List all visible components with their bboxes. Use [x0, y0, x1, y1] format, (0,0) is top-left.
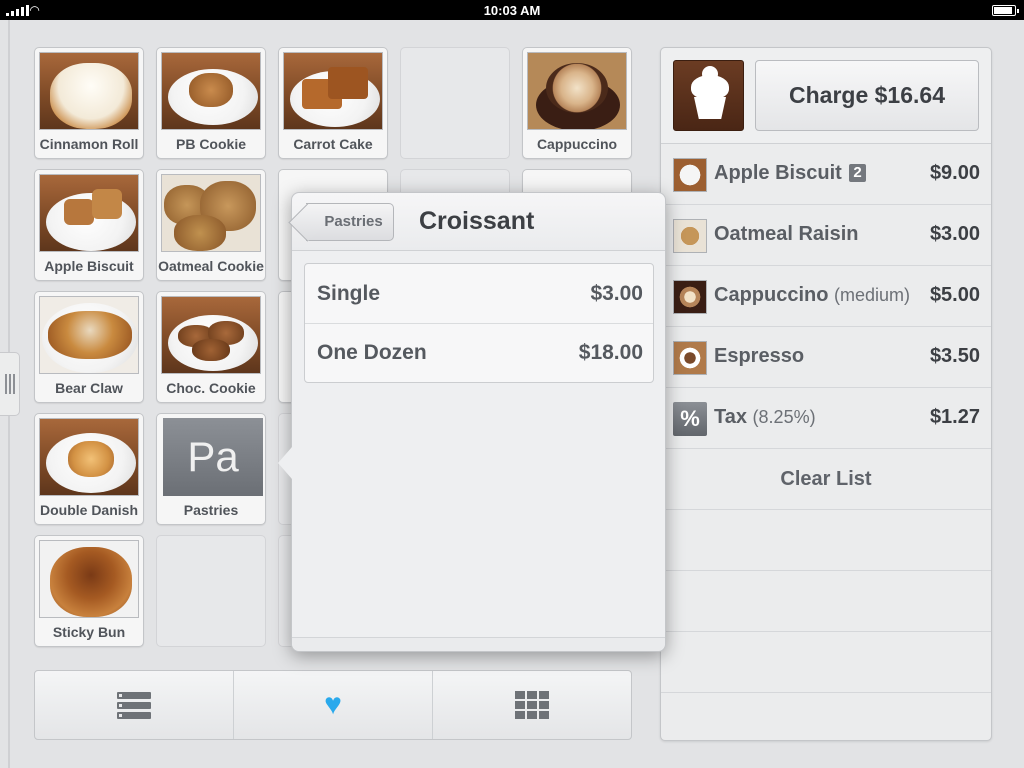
product-label: Oatmeal Cookie: [158, 258, 264, 274]
clear-list-button[interactable]: Clear List: [661, 449, 991, 510]
favorites-button[interactable]: ♥: [233, 671, 432, 739]
sticky-bun-photo: [39, 540, 139, 618]
battery-icon: [992, 5, 1019, 16]
cart-header: Charge $16.64: [661, 48, 991, 144]
tax-label: Tax (8.25%): [714, 406, 816, 428]
variant-popover: Pastries Croissant Single $3.00 One Doze…: [278, 192, 666, 652]
product-label: Bear Claw: [55, 380, 123, 396]
variant-option-dozen[interactable]: One Dozen $18.00: [305, 323, 653, 382]
apple-biscuit-thumbnail: [673, 158, 707, 192]
cart-item[interactable]: Espresso $3.50: [661, 327, 991, 388]
cart-item-price: $3.00: [929, 223, 980, 245]
empty-cart-row: [661, 571, 991, 632]
cart-item-name: Oatmeal Raisin: [714, 223, 859, 245]
cinnamon-roll-photo: [39, 52, 139, 130]
product-label: Sticky Bun: [52, 624, 126, 640]
double-danish-photo: [39, 418, 139, 496]
product-tile-sticky-bun[interactable]: Sticky Bun: [34, 535, 144, 647]
product-label: Double Danish: [39, 502, 138, 518]
status-bar: ◠ 10:03 AM: [0, 0, 1024, 20]
cart-item[interactable]: Oatmeal Raisin $3.00: [661, 205, 991, 266]
product-tile-pb-cookie[interactable]: PB Cookie: [156, 47, 266, 159]
tax-amount: $1.27: [929, 406, 980, 428]
variant-price: $3.00: [590, 281, 643, 305]
product-tile-double-danish[interactable]: Double Danish: [34, 413, 144, 525]
variant-list: Single $3.00 One Dozen $18.00: [304, 263, 654, 383]
pb-cookie-photo: [161, 52, 261, 130]
tax-row: % Tax (8.25%) $1.27: [661, 388, 991, 449]
product-tile-bear-claw[interactable]: Bear Claw: [34, 291, 144, 403]
product-tile-cinnamon-roll[interactable]: Cinnamon Roll: [34, 47, 144, 159]
cart-item-price: $9.00: [929, 162, 980, 184]
variant-name: Single: [317, 281, 381, 305]
cart-item-name: Apple Biscuit 2: [714, 162, 866, 185]
category-label: Pastries: [183, 502, 239, 518]
pastries-category-icon: Pa: [163, 418, 263, 496]
bottom-toolbar: ♥: [34, 670, 632, 740]
product-label: Apple Biscuit: [44, 258, 134, 274]
apple-biscuit-photo: [39, 174, 139, 252]
percent-icon: %: [673, 402, 707, 436]
register-app: Cinnamon Roll PB Cookie Carrot Cake Capp…: [0, 20, 1024, 768]
quantity-badge: 2: [849, 164, 866, 182]
product-label: PB Cookie: [175, 136, 246, 152]
cart-item[interactable]: Cappuccino (medium) $5.00: [661, 266, 991, 327]
cappuccino-thumbnail: [673, 280, 707, 314]
list-view-button[interactable]: [35, 671, 233, 739]
variant-price: $18.00: [578, 341, 643, 364]
popover-header: Pastries Croissant: [292, 193, 665, 251]
product-tile-apple-biscuit[interactable]: Apple Biscuit: [34, 169, 144, 281]
cart-panel: Charge $16.64 Apple Biscuit 2 $9.00 Oatm…: [660, 47, 992, 741]
cart-item-modifier: (medium): [834, 285, 911, 305]
product-label: Cappuccino: [536, 136, 618, 152]
oatmeal-cookie-photo: [161, 174, 261, 252]
empty-cart-row: [661, 510, 991, 571]
tax-rate: (8.25%): [752, 407, 816, 427]
product-tile-cappuccino[interactable]: Cappuccino: [522, 47, 632, 159]
variant-option-single[interactable]: Single $3.00: [305, 264, 653, 323]
cupcake-icon[interactable]: [673, 60, 744, 131]
variant-name: One Dozen: [317, 341, 427, 364]
popover-title: Croissant: [419, 207, 535, 235]
product-tile-oatmeal-cookie[interactable]: Oatmeal Cookie: [156, 169, 266, 281]
bear-claw-photo: [39, 296, 139, 374]
popover-arrow: [278, 447, 292, 479]
cart-item-name: Cappuccino (medium): [714, 284, 911, 306]
back-button[interactable]: Pastries: [306, 203, 394, 241]
cart-item-price: $5.00: [929, 284, 980, 306]
grid-view-button[interactable]: [432, 671, 631, 739]
product-label: Choc. Cookie: [166, 380, 256, 396]
oatmeal-cookie-thumbnail: [673, 219, 707, 253]
drawer-handle[interactable]: [0, 352, 20, 416]
charge-button[interactable]: Charge $16.64: [755, 60, 979, 131]
empty-cart-row: [661, 632, 991, 693]
product-tile-carrot-cake[interactable]: Carrot Cake: [278, 47, 388, 159]
popover-footer: [292, 637, 665, 651]
carrot-cake-photo: [283, 52, 383, 130]
grid-icon: [515, 691, 549, 719]
empty-slot[interactable]: [156, 535, 266, 647]
empty-slot[interactable]: [400, 47, 510, 159]
espresso-thumbnail: [673, 341, 707, 375]
cappuccino-photo: [527, 52, 627, 130]
product-tile-choc-cookie[interactable]: Choc. Cookie: [156, 291, 266, 403]
product-label: Carrot Cake: [293, 136, 373, 152]
product-label: Cinnamon Roll: [39, 136, 139, 152]
list-icon: [117, 691, 151, 719]
choc-cookie-photo: [161, 296, 261, 374]
cart-item[interactable]: Apple Biscuit 2 $9.00: [661, 144, 991, 205]
cart-item-price: $3.50: [929, 345, 980, 367]
category-tile-pastries[interactable]: Pa Pastries: [156, 413, 266, 525]
status-time: 10:03 AM: [483, 3, 541, 18]
heart-icon: ♥: [324, 688, 342, 721]
cart-item-name: Espresso: [714, 345, 805, 367]
